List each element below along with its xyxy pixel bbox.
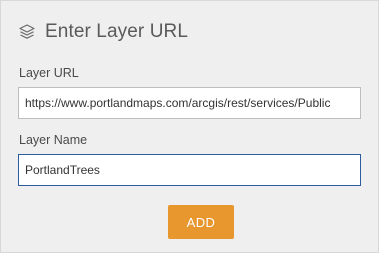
panel-header: Enter Layer URL (18, 19, 188, 45)
layer-name-input[interactable] (18, 154, 361, 186)
panel-title: Enter Layer URL (45, 21, 189, 42)
layer-name-label: Layer Name (19, 133, 88, 147)
layers-icon (18, 23, 36, 41)
add-layer-panel: Enter Layer URL Layer URL Layer Name ADD (0, 0, 379, 253)
layer-url-input[interactable] (18, 87, 361, 119)
layer-url-label: Layer URL (19, 66, 79, 80)
add-button[interactable]: ADD (168, 205, 234, 239)
